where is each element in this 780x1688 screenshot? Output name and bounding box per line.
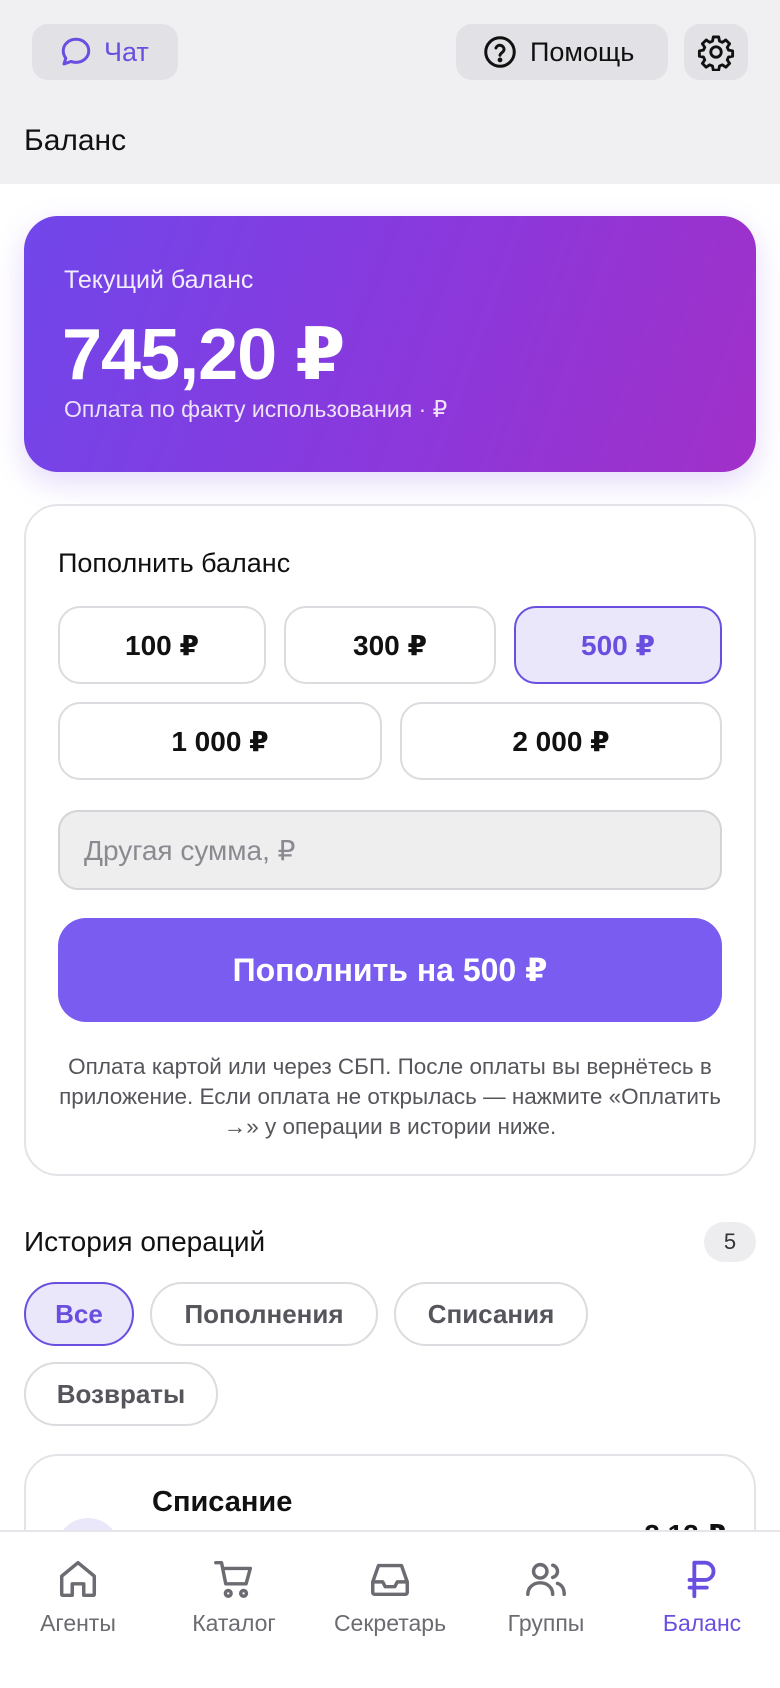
tab-catalog[interactable]: Каталог [156, 1556, 312, 1637]
page-title: Баланс [24, 124, 127, 157]
filter-all[interactable]: Все [24, 1282, 134, 1346]
chat-button[interactable]: Чат [32, 24, 178, 80]
balance-label: Текущий баланс [64, 266, 254, 294]
tab-balance[interactable]: Баланс [624, 1556, 780, 1637]
tab-groups[interactable]: Группы [468, 1556, 624, 1637]
filter-topups[interactable]: Пополнения [150, 1282, 378, 1346]
tab-label: Агенты [40, 1610, 116, 1636]
home-icon [59, 1560, 97, 1598]
history-title: История операций [24, 1226, 266, 1257]
ruble-icon [687, 1560, 716, 1599]
chat-bubble-icon [61, 37, 91, 66]
top-bar: Чат Помощь Баланс [0, 0, 780, 184]
payment-note: Оплата картой или через СБП. После оплат… [59, 1054, 721, 1139]
settings-button[interactable] [684, 24, 748, 80]
amount-option-500[interactable]: 500 ₽ [514, 606, 722, 684]
operation-title: Списание [152, 1486, 293, 1518]
filter-charges[interactable]: Списания [394, 1282, 588, 1346]
amount-option-100[interactable]: 100 ₽ [58, 606, 266, 684]
history-count-badge: 5 [704, 1222, 756, 1262]
tab-label: Группы [507, 1610, 585, 1636]
topup-button[interactable]: Пополнить на 500 ₽ [58, 918, 722, 1022]
chat-label: Чат [104, 36, 149, 67]
users-icon [526, 1562, 566, 1597]
tab-label: Секретарь [333, 1610, 447, 1636]
balance-card: Текущий баланс 745,20 ₽ Оплата по факту … [24, 216, 756, 472]
filter-refunds[interactable]: Возвраты [24, 1362, 218, 1426]
topup-title: Пополнить баланс [58, 548, 291, 578]
amount-option-300[interactable]: 300 ₽ [284, 606, 496, 684]
gear-icon [697, 35, 735, 71]
balance-note: Оплата по факту использования · ₽ [64, 396, 448, 422]
custom-amount-input[interactable]: Другая сумма, ₽ [58, 810, 722, 890]
inbox-icon [371, 1563, 409, 1597]
help-button[interactable]: Помощь [456, 24, 668, 80]
cart-icon [214, 1560, 253, 1598]
help-label: Помощь [530, 36, 635, 67]
help-icon [484, 36, 516, 68]
balance-amount: 745,20 ₽ [62, 315, 345, 395]
bottom-tab-bar: Агенты Каталог Секретарь Группы Баланс [0, 1530, 780, 1688]
tab-label: Баланс [662, 1610, 742, 1636]
tab-label: Каталог [192, 1610, 276, 1636]
tab-secretary[interactable]: Секретарь [312, 1556, 468, 1637]
amount-option-1000[interactable]: 1 000 ₽ [58, 702, 382, 780]
amount-option-2000[interactable]: 2 000 ₽ [400, 702, 722, 780]
tab-agents[interactable]: Агенты [0, 1556, 156, 1637]
topup-card: Пополнить баланс 100 ₽ 300 ₽ 500 ₽ 1 000… [24, 504, 756, 1176]
